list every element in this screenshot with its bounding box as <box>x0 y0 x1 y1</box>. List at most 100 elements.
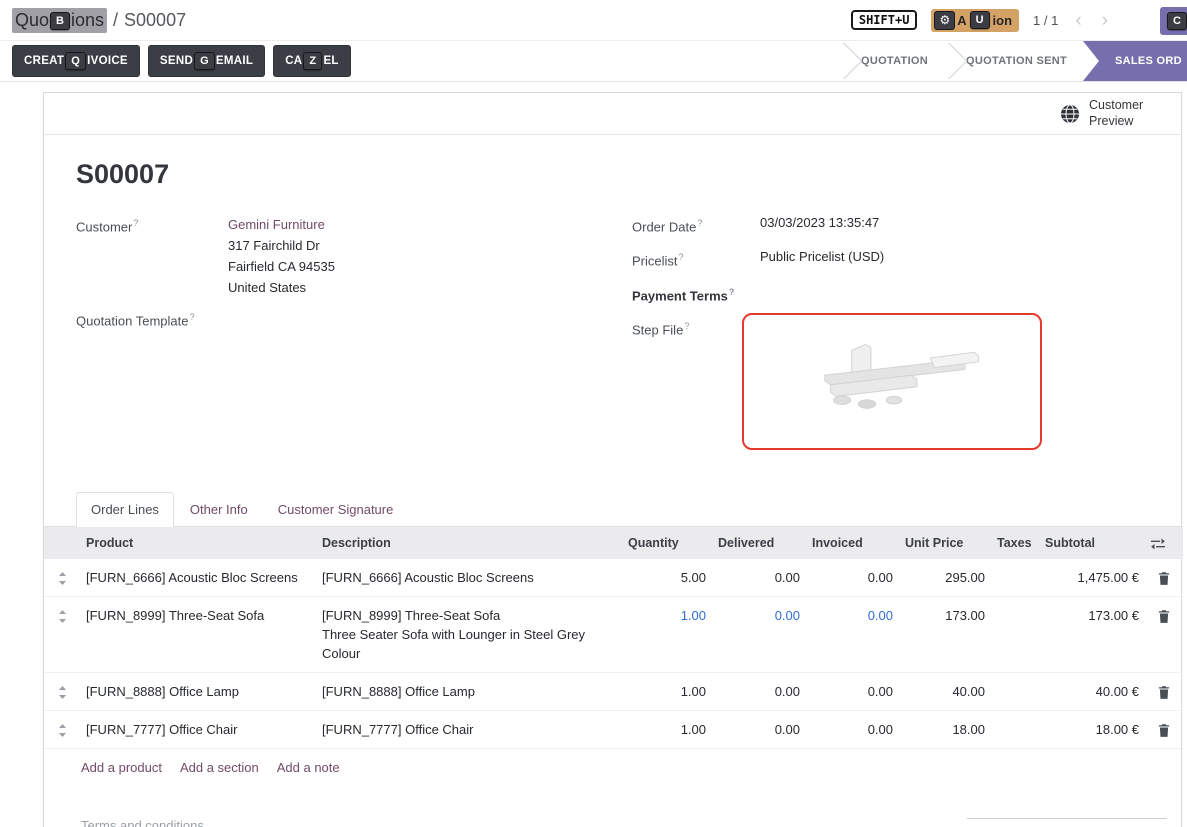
cell-product[interactable]: [FURN_8888] Office Lamp <box>80 672 316 710</box>
cell-taxes[interactable] <box>991 672 1039 710</box>
add-note-link[interactable]: Add a note <box>277 760 340 775</box>
cell-description[interactable]: [FURN_8999] Three-Seat Sofa Three Seater… <box>316 596 622 672</box>
topbar-right-controls: SHIFT+U ⚙ A U ion 1 / 1 ‹ › <box>851 9 1175 32</box>
cell-delivered[interactable]: 0.00 <box>712 596 806 672</box>
action-buttons: CREATQIVOICE SENDGEMAIL CAZEL <box>12 41 351 81</box>
column-header-product: Product <box>80 527 316 559</box>
cell-product[interactable]: [FURN_8999] Three-Seat Sofa <box>80 596 316 672</box>
create-invoice-button[interactable]: CREATQIVOICE <box>12 45 140 77</box>
cell-quantity[interactable]: 1.00 <box>622 596 712 672</box>
tab-customer-signature[interactable]: Customer Signature <box>264 493 408 526</box>
table-row: [FURN_6666] Acoustic Bloc Screens [FURN_… <box>44 559 1183 597</box>
cell-unit-price[interactable]: 173.00 <box>899 596 991 672</box>
drag-handle-icon[interactable] <box>44 710 80 748</box>
delete-row-button[interactable] <box>1145 596 1183 672</box>
delete-row-button[interactable] <box>1145 710 1183 748</box>
drag-handle-icon[interactable] <box>44 672 80 710</box>
breadcrumb-current: S00007 <box>124 10 186 31</box>
top-bar: QuoBions / S00007 SHIFT+U ⚙ A U ion 1 / … <box>0 0 1187 41</box>
optional-columns-toggle[interactable] <box>1145 527 1183 559</box>
customer-link[interactable]: Gemini Furniture <box>228 217 325 232</box>
action-menu-post: ion <box>993 13 1013 28</box>
cell-invoiced[interactable]: 0.00 <box>806 710 899 748</box>
terms-and-conditions-input[interactable]: Terms and conditions... <box>81 818 215 827</box>
cell-quantity[interactable]: 5.00 <box>622 559 712 597</box>
status-bar: QUOTATION QUOTATION SENT SALES ORD <box>843 41 1187 81</box>
trash-icon <box>1158 572 1170 585</box>
customer-preview-label: Customer Preview <box>1089 98 1155 129</box>
help-icon: ? <box>190 312 195 322</box>
pager-prev-icon[interactable]: ‹ <box>1072 11 1084 30</box>
table-row: [FURN_8999] Three-Seat Sofa [FURN_8999] … <box>44 596 1183 672</box>
cell-invoiced[interactable]: 0.00 <box>806 559 899 597</box>
help-icon: ? <box>133 218 138 228</box>
cancel-button[interactable]: CAZEL <box>273 45 351 77</box>
send-email-button[interactable]: SENDGEMAIL <box>148 45 265 77</box>
pricelist-field-label: Pricelist? <box>632 248 760 270</box>
add-section-link[interactable]: Add a section <box>180 760 259 775</box>
drag-handle-icon[interactable] <box>44 596 80 672</box>
form-sheet: Customer Preview S00007 Customer? Gemini… <box>43 92 1182 827</box>
record-title: S00007 <box>76 159 1181 190</box>
help-icon: ? <box>684 321 689 331</box>
column-header-delivered: Delivered <box>712 527 806 559</box>
cell-unit-price[interactable]: 295.00 <box>899 559 991 597</box>
cancel-label-post: EL <box>323 55 338 67</box>
delete-row-button[interactable] <box>1145 672 1183 710</box>
cell-description[interactable]: [FURN_8888] Office Lamp <box>316 672 622 710</box>
action-menu-pre: A <box>957 13 966 28</box>
trash-icon <box>1158 724 1170 737</box>
action-bar: CREATQIVOICE SENDGEMAIL CAZEL QUOTATION … <box>0 41 1187 82</box>
cell-product[interactable]: [FURN_7777] Office Chair <box>80 710 316 748</box>
table-row: [FURN_7777] Office Chair [FURN_7777] Off… <box>44 710 1183 748</box>
breadcrumb-quotations-link[interactable]: QuoBions <box>12 8 107 33</box>
cell-delivered[interactable]: 0.00 <box>712 559 806 597</box>
cell-invoiced[interactable]: 0.00 <box>806 672 899 710</box>
pager-next-icon[interactable]: › <box>1099 11 1111 30</box>
hint-badge-g: G <box>194 52 215 70</box>
cell-unit-price[interactable]: 18.00 <box>899 710 991 748</box>
table-row: [FURN_8888] Office Lamp [FURN_8888] Offi… <box>44 672 1183 710</box>
cell-unit-price[interactable]: 40.00 <box>899 672 991 710</box>
step-file-image[interactable] <box>742 313 1042 450</box>
fields-right-column: Order Date? 03/03/2023 13:35:47 Pricelis… <box>632 214 1167 462</box>
delete-row-button[interactable] <box>1145 559 1183 597</box>
cell-delivered[interactable]: 0.00 <box>712 672 806 710</box>
send-email-label-post: EMAIL <box>216 55 253 67</box>
cell-description[interactable]: [FURN_6666] Acoustic Bloc Screens <box>316 559 622 597</box>
action-menu-button[interactable]: ⚙ A U ion <box>931 9 1019 32</box>
corner-button[interactable]: C Cl <box>1160 7 1187 35</box>
shortcut-badge: SHIFT+U <box>851 10 918 30</box>
add-product-link[interactable]: Add a product <box>81 760 162 775</box>
hint-badge-u: U <box>970 11 990 29</box>
quotation-template-field-label: Quotation Template? <box>76 308 228 330</box>
cell-product[interactable]: [FURN_6666] Acoustic Bloc Screens <box>80 559 316 597</box>
total-block: Total: 1,706.00 € <box>967 818 1167 827</box>
stage-sales-order[interactable]: SALES ORD <box>1083 41 1187 81</box>
cell-taxes[interactable] <box>991 710 1039 748</box>
order-lines-table: Product Description Quantity Delivered I… <box>44 527 1183 748</box>
cell-quantity[interactable]: 1.00 <box>622 710 712 748</box>
payment-terms-field-label: Payment Terms? <box>632 283 760 305</box>
pricelist-field-value[interactable]: Public Pricelist (USD) <box>760 248 884 270</box>
step-file-field-label: Step File? <box>632 317 742 450</box>
table-header-row: Product Description Quantity Delivered I… <box>44 527 1183 559</box>
tab-order-lines[interactable]: Order Lines <box>76 492 174 527</box>
help-icon: ? <box>679 252 684 262</box>
cell-quantity[interactable]: 1.00 <box>622 672 712 710</box>
cell-invoiced[interactable]: 0.00 <box>806 596 899 672</box>
notebook-tabs: Order Lines Other Info Customer Signatur… <box>44 492 1181 527</box>
tab-other-info[interactable]: Other Info <box>176 493 262 526</box>
trash-icon <box>1158 686 1170 699</box>
trash-icon <box>1158 610 1170 623</box>
order-date-field-value[interactable]: 03/03/2023 13:35:47 <box>760 214 879 236</box>
cell-delivered[interactable]: 0.00 <box>712 710 806 748</box>
cell-taxes[interactable] <box>991 596 1039 672</box>
cell-taxes[interactable] <box>991 559 1039 597</box>
customer-preview-button[interactable]: Customer Preview <box>44 93 1181 135</box>
cell-description[interactable]: [FURN_7777] Office Chair <box>316 710 622 748</box>
column-header-subtotal: Subtotal <box>1039 527 1145 559</box>
drag-handle-icon[interactable] <box>44 559 80 597</box>
create-invoice-label-pre: CREAT <box>24 55 64 67</box>
order-date-field-label: Order Date? <box>632 214 760 236</box>
